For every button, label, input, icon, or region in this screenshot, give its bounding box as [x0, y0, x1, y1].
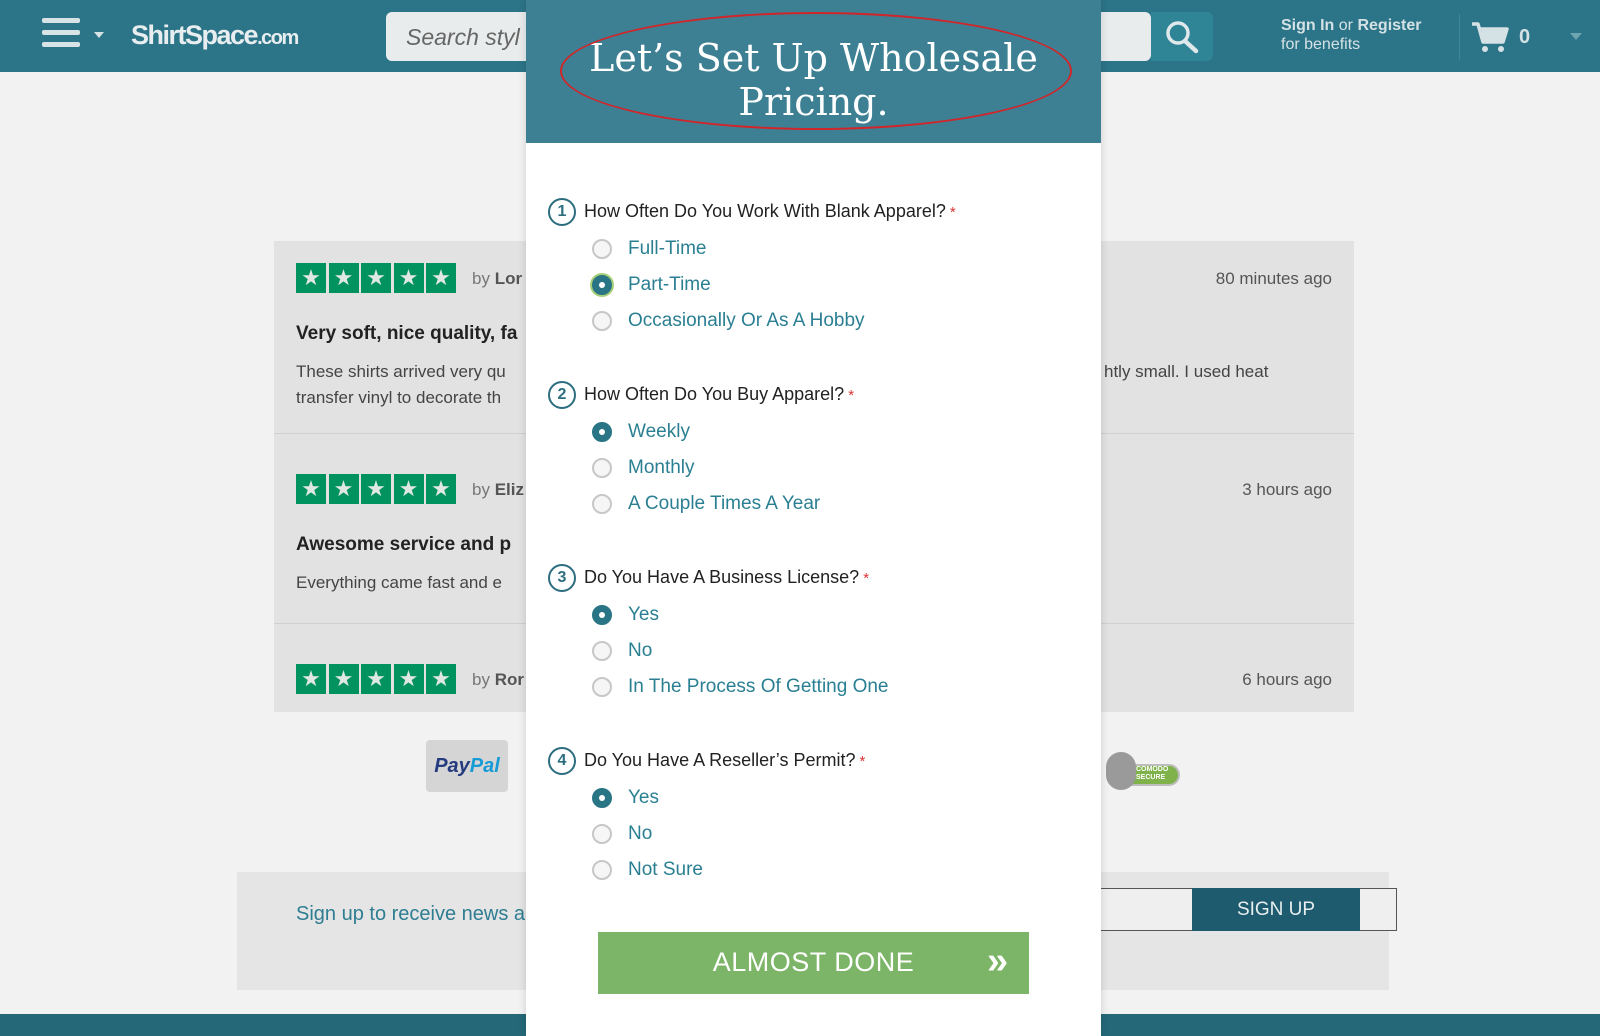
search-button[interactable] — [1151, 12, 1213, 61]
star-icon: ★ — [328, 474, 359, 504]
option-label[interactable]: Yes — [628, 787, 659, 809]
search-icon — [1166, 21, 1199, 54]
star-icon: ★ — [361, 263, 391, 293]
star-icon: ★ — [328, 664, 359, 694]
newsletter-text: Sign up to receive news a — [296, 903, 526, 925]
star-icon: ★ — [361, 474, 391, 504]
radio-option-couple-times[interactable]: A Couple Times A Year — [592, 491, 820, 517]
required-marker: * — [848, 387, 855, 404]
review-time: 3 hours ago — [1242, 480, 1332, 499]
star-rating: ★ ★ ★ ★ ★ — [296, 474, 459, 504]
option-label[interactable]: Monthly — [628, 457, 695, 479]
radio-option-license-no[interactable]: No — [592, 638, 652, 664]
radio-button[interactable] — [592, 311, 612, 331]
review-title: Awesome service and p — [296, 534, 512, 555]
search-placeholder: Search styl — [406, 24, 520, 50]
option-label[interactable]: In The Process Of Getting One — [628, 676, 889, 698]
sign-in-register-link[interactable]: Sign In or Register for benefits — [1281, 16, 1422, 54]
option-label[interactable]: Not Sure — [628, 859, 703, 881]
question-number: 4 — [548, 747, 576, 775]
radio-option-weekly[interactable]: Weekly — [592, 419, 690, 445]
radio-button[interactable] — [592, 641, 612, 661]
required-marker: * — [863, 570, 870, 587]
cart-caret-icon[interactable] — [1570, 33, 1582, 40]
option-label[interactable]: Full-Time — [628, 238, 706, 260]
review-author: by Lor — [472, 269, 523, 288]
review-body-continued: htly small. I used heat — [1104, 362, 1269, 381]
radio-button[interactable] — [592, 788, 612, 808]
almost-done-button[interactable]: ALMOST DONE » — [598, 932, 1029, 994]
star-icon: ★ — [296, 664, 326, 694]
almost-done-label: ALMOST DONE — [712, 947, 915, 977]
star-icon: ★ — [393, 664, 424, 694]
cart-count: 0 — [1519, 26, 1531, 48]
shopping-cart-icon[interactable] — [1470, 20, 1510, 59]
question-number: 1 — [548, 198, 576, 226]
sign-up-button[interactable]: SIGN UP — [1192, 888, 1360, 931]
modal-header: Let’s Set Up Wholesale Pricing. — [526, 0, 1101, 143]
option-label[interactable]: No — [628, 640, 652, 662]
question-number: 2 — [548, 381, 576, 409]
star-rating: ★ ★ ★ ★ ★ — [296, 263, 459, 293]
site-logo[interactable]: ShirtSpace.com — [131, 20, 299, 51]
radio-option-permit-not-sure[interactable]: Not Sure — [592, 857, 703, 883]
review-time: 80 minutes ago — [1215, 269, 1332, 288]
comodo-secure-badge: COMODO SECURE — [1106, 752, 1182, 790]
option-label[interactable]: Yes — [628, 604, 659, 626]
required-marker: * — [859, 753, 866, 770]
review-title: Very soft, nice quality, fa — [296, 323, 518, 344]
star-icon: ★ — [393, 263, 424, 293]
header-divider — [1459, 14, 1460, 60]
radio-option-part-time[interactable]: Part-Time — [592, 272, 711, 298]
double-chevron-right-icon: » — [987, 940, 1009, 982]
star-icon: ★ — [328, 263, 359, 293]
review-author: by Eliz — [472, 480, 524, 499]
star-icon: ★ — [296, 263, 326, 293]
star-icon: ★ — [426, 474, 456, 504]
radio-button[interactable] — [592, 275, 612, 295]
radio-button[interactable] — [592, 239, 612, 259]
review-author: by Ror — [472, 670, 524, 689]
radio-button[interactable] — [592, 494, 612, 514]
star-icon: ★ — [361, 664, 391, 694]
radio-button[interactable] — [592, 422, 612, 442]
option-label[interactable]: Part-Time — [628, 274, 711, 296]
hamburger-menu-icon[interactable] — [42, 18, 80, 52]
radio-button[interactable] — [592, 824, 612, 844]
radio-button[interactable] — [592, 677, 612, 697]
option-label[interactable]: No — [628, 823, 652, 845]
radio-option-hobby[interactable]: Occasionally Or As A Hobby — [592, 308, 865, 334]
required-marker: * — [949, 204, 956, 221]
radio-button[interactable] — [592, 860, 612, 880]
star-icon: ★ — [296, 474, 326, 504]
question-label: How Often Do You Work With Blank Apparel… — [584, 201, 956, 221]
star-icon: ★ — [393, 474, 424, 504]
option-label[interactable]: Weekly — [628, 421, 690, 443]
radio-option-permit-no[interactable]: No — [592, 821, 652, 847]
radio-option-license-yes[interactable]: Yes — [592, 602, 659, 628]
review-time: 6 hours ago — [1242, 670, 1332, 689]
star-icon: ★ — [426, 263, 456, 293]
radio-option-permit-yes[interactable]: Yes — [592, 785, 659, 811]
question-label: How Often Do You Buy Apparel? * — [584, 384, 855, 404]
radio-button[interactable] — [592, 605, 612, 625]
option-label[interactable]: Occasionally Or As A Hobby — [628, 310, 865, 332]
wholesale-pricing-modal: Let’s Set Up Wholesale Pricing. 1 How Oft… — [526, 0, 1101, 1036]
radio-option-monthly[interactable]: Monthly — [592, 455, 695, 481]
paypal-logo: PayPal — [426, 740, 508, 792]
radio-option-full-time[interactable]: Full-Time — [592, 236, 706, 262]
question-label: Do You Have A Reseller’s Permit? * — [584, 750, 866, 770]
option-label[interactable]: A Couple Times A Year — [628, 493, 820, 515]
star-rating: ★ ★ ★ ★ ★ — [296, 664, 459, 694]
radio-option-license-in-process[interactable]: In The Process Of Getting One — [592, 674, 889, 700]
question-number: 3 — [548, 564, 576, 592]
radio-button[interactable] — [592, 458, 612, 478]
menu-caret-icon[interactable] — [94, 32, 104, 38]
star-icon: ★ — [426, 664, 456, 694]
question-label: Do You Have A Business License? * — [584, 567, 870, 587]
annotation-ellipse — [560, 12, 1072, 130]
